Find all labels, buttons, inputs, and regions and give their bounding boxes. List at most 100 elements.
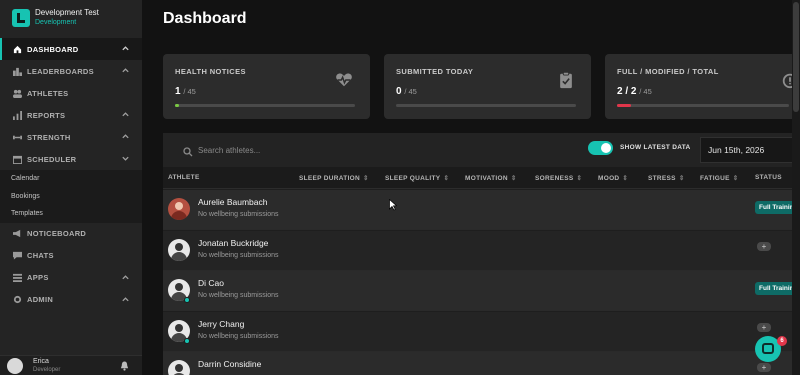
column-soreness[interactable]: SORENESS ⇕ xyxy=(535,174,582,182)
avatar[interactable] xyxy=(168,360,190,375)
athlete-name[interactable]: Di Cao xyxy=(198,278,224,288)
main-content: Dashboard HEALTH NOTICES 1 / 45 SUBMITTE… xyxy=(142,0,800,375)
card-total: / 45 xyxy=(183,87,196,96)
card-label: FULL / MODIFIED / TOTAL xyxy=(617,67,719,76)
sidebar-item-label: SCHEDULER xyxy=(27,154,77,164)
bell-icon[interactable] xyxy=(120,361,130,371)
sidebar-item-label: STRENGTH xyxy=(27,132,71,142)
search-icon xyxy=(183,144,193,157)
avatar[interactable] xyxy=(168,198,190,220)
unread-badge: 6 xyxy=(777,336,787,346)
table-row[interactable]: Jerry Chang No wellbeing submissions + xyxy=(163,311,800,352)
sidebar-item-label: ATHLETES xyxy=(27,88,69,98)
home-icon xyxy=(13,45,22,54)
progress-fill xyxy=(175,104,179,107)
sidebar-item-chats[interactable]: CHATS xyxy=(0,245,142,267)
add-status-button[interactable]: + xyxy=(757,322,771,332)
progress-bar xyxy=(396,104,576,107)
column-motivation[interactable]: MOTIVATION ⇕ xyxy=(465,174,517,182)
card-label: SUBMITTED TODAY xyxy=(396,67,474,76)
dumbbell-icon xyxy=(13,133,22,142)
health-notices-card[interactable]: HEALTH NOTICES 1 / 45 xyxy=(163,54,370,119)
sidebar-item-apps[interactable]: APPS xyxy=(0,267,142,289)
show-latest-data-toggle[interactable] xyxy=(588,141,613,155)
sidebar-item-athletes[interactable]: ATHLETES xyxy=(0,82,142,104)
sidebar-item-label: ADMIN xyxy=(27,295,54,304)
table-row[interactable]: Aurelie Baumbach No wellbeing submissions… xyxy=(163,190,800,230)
search-input[interactable] xyxy=(198,142,398,158)
table-row[interactable]: Jonatan Buckridge No wellbeing submission… xyxy=(163,230,800,271)
calendar-icon xyxy=(13,155,22,164)
chevron-down-icon[interactable] xyxy=(121,154,130,163)
chevron-up-icon[interactable] xyxy=(121,44,130,53)
add-status-button[interactable]: + xyxy=(757,241,771,251)
chevron-up-icon[interactable] xyxy=(121,132,130,141)
sidebar-item-admin[interactable]: ADMIN xyxy=(0,289,142,311)
sidebar-item-label: DASHBOARD xyxy=(27,44,79,54)
sidebar-item-dashboard[interactable]: DASHBOARD xyxy=(0,38,142,60)
athletes-panel: SHOW LATEST DATA Jun 15th, 2026 ATHLETE … xyxy=(163,133,800,375)
sidebar-subitem-bookings[interactable]: Bookings xyxy=(0,188,142,206)
athlete-name[interactable]: Jerry Chang xyxy=(198,319,244,329)
sidebar: Development Test Development DASHBOARD L… xyxy=(0,0,142,375)
avatar[interactable] xyxy=(7,357,23,374)
chat-icon xyxy=(13,251,22,260)
table-row[interactable]: Darrin Considine + xyxy=(163,352,800,375)
sidebar-item-reports[interactable]: REPORTS xyxy=(0,104,142,126)
add-status-button[interactable]: + xyxy=(757,363,771,372)
sort-icon: ⇕ xyxy=(732,175,739,182)
sidebar-nav: DASHBOARD LEADERBOARDS ATHLETES REPORTS xyxy=(0,38,142,311)
card-value: 0 / 45 xyxy=(396,86,417,97)
mouse-cursor-icon xyxy=(389,199,397,211)
megaphone-icon xyxy=(13,229,22,238)
sidebar-item-strength[interactable]: STRENGTH xyxy=(0,126,142,148)
apps-icon xyxy=(13,273,22,282)
submitted-today-card[interactable]: SUBMITTED TODAY 0 / 45 xyxy=(384,54,591,119)
online-status-dot xyxy=(184,297,190,303)
chevron-up-icon[interactable] xyxy=(121,110,130,119)
wellbeing-status-text: No wellbeing submissions xyxy=(198,292,279,299)
athlete-name[interactable]: Jonatan Buckridge xyxy=(198,238,268,248)
brand[interactable]: Development Test Development xyxy=(0,0,142,36)
table-row[interactable]: Di Cao No wellbeing submissions Full Train… xyxy=(163,271,800,311)
table-toolbar: SHOW LATEST DATA Jun 15th, 2026 xyxy=(163,133,800,167)
card-count: 2 / 2 xyxy=(617,86,637,97)
card-value: 1 / 45 xyxy=(175,86,196,97)
scroll-thumb[interactable] xyxy=(793,2,799,112)
column-stress[interactable]: STRESS ⇕ xyxy=(648,174,685,182)
user-bar[interactable]: Erica Developer xyxy=(0,355,142,375)
column-status[interactable]: STATUS xyxy=(755,174,782,181)
avatar[interactable] xyxy=(168,238,190,261)
column-sleep-duration[interactable]: SLEEP DURATION ⇕ xyxy=(299,174,369,182)
column-sleep-quality[interactable]: SLEEP QUALITY ⇕ xyxy=(385,174,449,182)
sidebar-item-label: REPORTS xyxy=(27,110,66,120)
chevron-up-icon[interactable] xyxy=(121,66,130,75)
card-label: HEALTH NOTICES xyxy=(175,67,246,76)
toggle-label: SHOW LATEST DATA xyxy=(620,144,691,151)
sidebar-item-leaderboards[interactable]: LEADERBOARDS xyxy=(0,60,142,82)
card-count: 1 xyxy=(175,86,181,97)
full-modified-total-card[interactable]: FULL / MODIFIED / TOTAL 2 / 2 / 45 xyxy=(605,54,800,119)
page-title: Dashboard xyxy=(163,10,247,27)
sidebar-item-scheduler[interactable]: SCHEDULER xyxy=(0,148,142,170)
column-mood[interactable]: MOOD ⇕ xyxy=(598,174,628,182)
athlete-name[interactable]: Darrin Considine xyxy=(198,359,261,369)
sidebar-subitem-templates[interactable]: Templates xyxy=(0,205,142,223)
sidebar-item-noticeboard[interactable]: NOTICEBOARD xyxy=(0,223,142,245)
athlete-name[interactable]: Aurelie Baumbach xyxy=(198,197,267,207)
chevron-up-icon[interactable] xyxy=(121,295,130,304)
chat-icon xyxy=(762,343,774,354)
admin-icon xyxy=(13,295,22,304)
sort-icon: ⇕ xyxy=(622,175,629,182)
chevron-up-icon[interactable] xyxy=(121,273,130,282)
card-count: 0 xyxy=(396,86,402,97)
sidebar-item-label: LEADERBOARDS xyxy=(27,66,94,76)
column-fatigue[interactable]: FATIGUE ⇕ xyxy=(700,174,739,182)
wellbeing-status-text: No wellbeing submissions xyxy=(198,332,279,340)
column-athlete[interactable]: ATHLETE xyxy=(168,174,200,181)
progress-bar xyxy=(617,104,789,107)
sidebar-subitem-calendar[interactable]: Calendar xyxy=(0,170,142,188)
card-total: / 45 xyxy=(639,87,652,96)
scrollbar[interactable] xyxy=(792,0,800,375)
date-picker[interactable]: Jun 15th, 2026 xyxy=(700,137,800,163)
